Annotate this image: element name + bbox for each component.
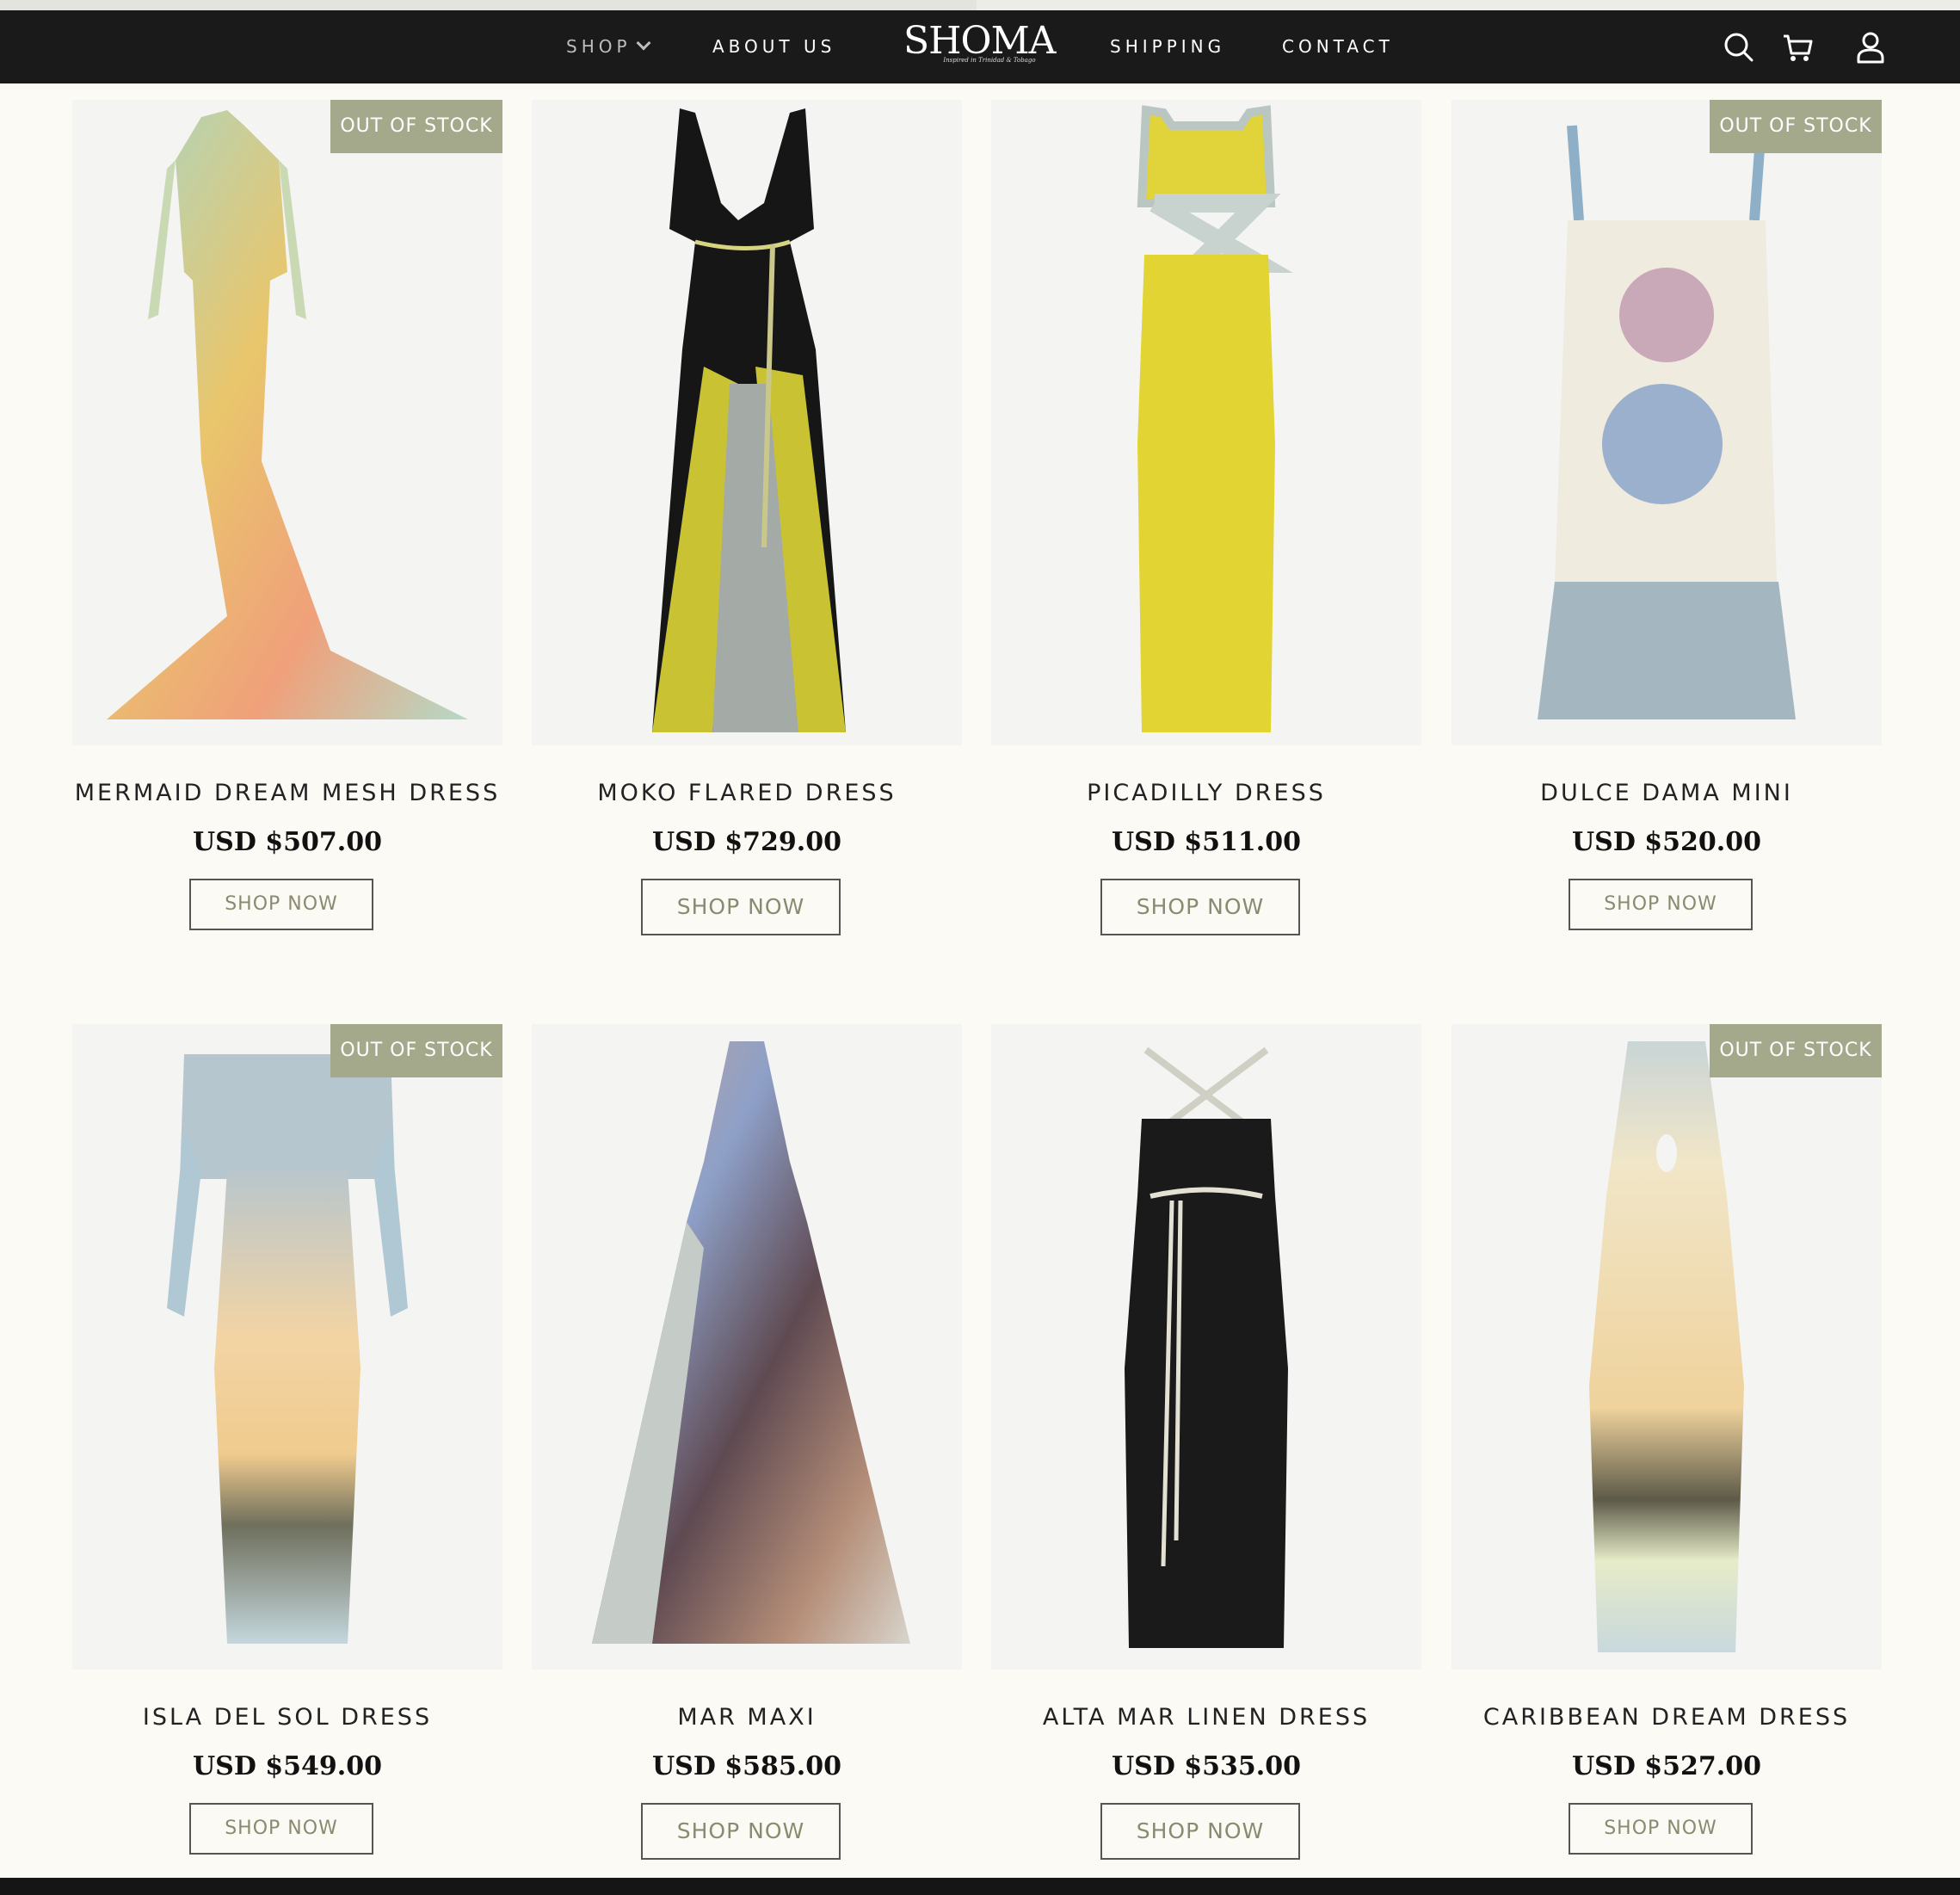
product-image[interactable]: OUT OF STOCK [72,100,502,745]
product-image[interactable] [532,100,962,745]
nav-shop-label: SHOP [566,36,632,57]
logo-wordmark: SHOMA [903,19,1056,63]
browser-top-strip [0,0,1960,10]
nav-shipping[interactable]: SHIPPING [1110,10,1225,83]
out-of-stock-badge: OUT OF STOCK [1710,1024,1882,1077]
shop-now-button[interactable]: SHOP NOW [1100,1803,1300,1860]
chevron-down-icon [636,35,651,51]
out-of-stock-badge: OUT OF STOCK [330,1024,502,1077]
product-price: USD $729.00 [652,827,841,857]
main-navigation: SHOP ABOUT US SHOMA Inspired in Trinidad… [0,10,1960,83]
shop-now-button[interactable]: SHOP NOW [641,1803,841,1860]
product-image[interactable]: OUT OF STOCK [72,1024,502,1670]
product-price: USD $585.00 [652,1751,841,1781]
product-price: USD $520.00 [1572,827,1761,857]
product-name[interactable]: ISLA DEL SOL DRESS [46,1704,528,1731]
shop-now-button[interactable]: SHOP NOW [1569,1803,1753,1855]
product-image[interactable] [991,100,1421,745]
shop-now-button[interactable]: SHOP NOW [1100,879,1300,935]
product-name[interactable]: MAR MAXI [506,1704,988,1731]
product-image[interactable]: OUT OF STOCK [1452,100,1882,745]
cart-icon[interactable] [1778,28,1818,67]
product-price: USD $527.00 [1572,1751,1761,1781]
product-price: USD $507.00 [193,827,382,857]
shop-now-button[interactable]: SHOP NOW [189,1803,373,1855]
out-of-stock-badge: OUT OF STOCK [1710,100,1882,153]
product-name[interactable]: CARIBBEAN DREAM DRESS [1426,1704,1908,1731]
product-name[interactable]: MOKO FLARED DRESS [506,780,988,806]
product-name[interactable]: ALTA MAR LINEN DRESS [965,1704,1447,1731]
logo-tagline: Inspired in Trinidad & Tobago [943,57,1036,64]
product-image[interactable] [532,1024,962,1670]
product-price: USD $549.00 [193,1751,382,1781]
product-name[interactable]: MERMAID DREAM MESH DRESS [46,780,528,806]
nav-about-us[interactable]: ABOUT US [712,10,835,83]
brand-logo[interactable]: SHOMA Inspired in Trinidad & Tobago [903,19,1056,77]
product-name[interactable]: DULCE DAMA MINI [1426,780,1908,806]
shop-now-button[interactable]: SHOP NOW [1569,879,1753,930]
product-image[interactable]: OUT OF STOCK [1452,1024,1882,1670]
product-name[interactable]: PICADILLY DRESS [965,780,1447,806]
product-price: USD $511.00 [1112,827,1301,857]
out-of-stock-badge: OUT OF STOCK [330,100,502,153]
footer-edge [0,1878,1960,1895]
product-image[interactable] [991,1024,1421,1670]
nav-shop-dropdown[interactable]: SHOP [566,10,651,83]
browser-tab-bar [0,0,977,10]
nav-contact[interactable]: CONTACT [1282,10,1394,83]
product-price: USD $535.00 [1112,1751,1301,1781]
shop-now-button[interactable]: SHOP NOW [641,879,841,935]
search-icon[interactable] [1719,28,1759,67]
user-icon[interactable] [1851,28,1890,67]
shop-now-button[interactable]: SHOP NOW [189,879,373,930]
